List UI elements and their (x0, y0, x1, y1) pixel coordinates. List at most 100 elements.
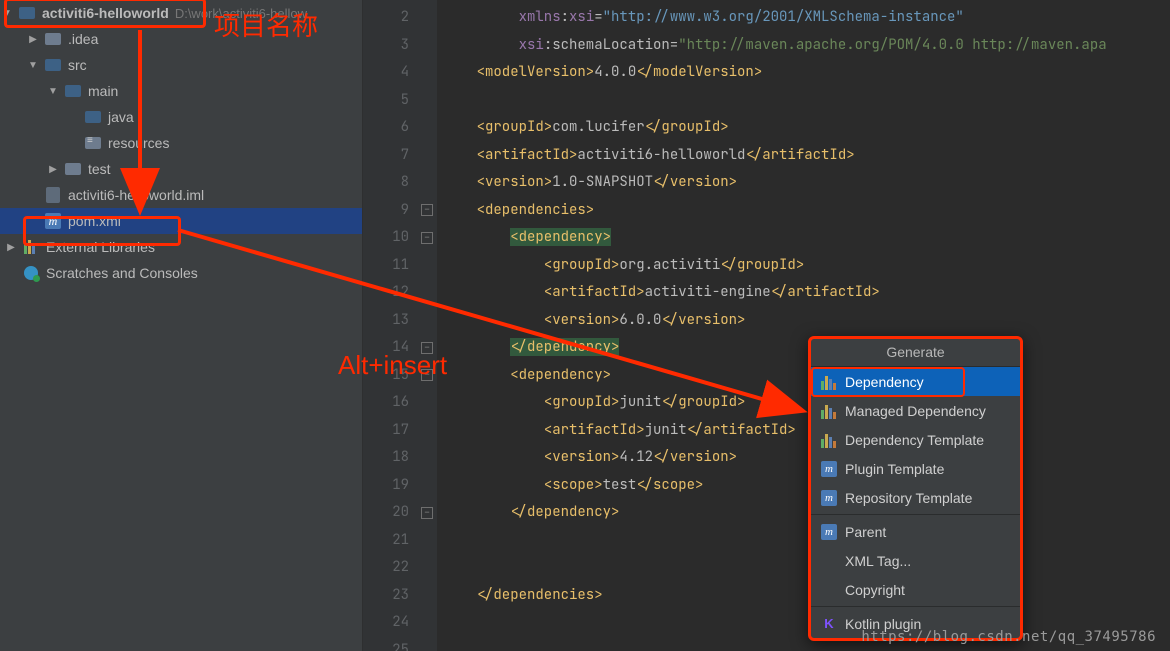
fold-marker[interactable]: − (417, 197, 437, 225)
popup-item-copyright[interactable]: Copyright (811, 575, 1020, 604)
popup-item-managed-dependency[interactable]: Managed Dependency (811, 396, 1020, 425)
scratches-consoles[interactable]: Scratches and Consoles (0, 260, 362, 286)
maven-icon: m (821, 524, 837, 540)
popup-item-label: Plugin Template (845, 461, 944, 477)
tree-label: activiti6-helloworld.iml (66, 187, 204, 203)
code-line[interactable]: <dependencies> (443, 197, 1170, 225)
code-line[interactable] (443, 87, 1170, 115)
code-line[interactable]: <version>4.12</version> (443, 444, 1170, 472)
separator (811, 514, 1020, 515)
popup-item-repository-template[interactable]: m Repository Template (811, 483, 1020, 512)
popup-item-dependency-template[interactable]: Dependency Template (811, 425, 1020, 454)
fold-marker (417, 307, 437, 335)
folder-icon (44, 56, 62, 74)
maven-file-icon: m (44, 212, 62, 230)
tree-path: D:\work\activiti6-hellow (169, 6, 307, 21)
code-line[interactable]: </dependencies> (443, 582, 1170, 610)
tree-label: Scratches and Consoles (44, 265, 198, 281)
code-line[interactable]: </dependency> (443, 499, 1170, 527)
tree-root[interactable]: activiti6-helloworld D:\work\activiti6-h… (0, 0, 362, 26)
tree-item-resources[interactable]: resources (0, 130, 362, 156)
tree-item-java[interactable]: java (0, 104, 362, 130)
popup-item-dependency[interactable]: Dependency (811, 367, 1020, 396)
fold-marker[interactable]: − (417, 224, 437, 252)
tree-item-main[interactable]: main (0, 78, 362, 104)
code-line[interactable]: <artifactId>junit</artifactId> (443, 417, 1170, 445)
line-number: 20 (363, 499, 409, 527)
tree-item-pom-xml[interactable]: m pom.xml (0, 208, 362, 234)
line-number: 23 (363, 582, 409, 610)
fold-marker (417, 444, 437, 472)
code-area[interactable]: xmlns:xsi="http://www.w3.org/2001/XMLSch… (437, 0, 1170, 651)
code-line[interactable]: xmlns:xsi="http://www.w3.org/2001/XMLSch… (443, 4, 1170, 32)
tree-item-test[interactable]: test (0, 156, 362, 182)
tree-item--idea[interactable]: .idea (0, 26, 362, 52)
folder-icon (84, 108, 102, 126)
fold-column[interactable]: −−−−− (417, 0, 437, 651)
code-line[interactable]: <groupId>org.activiti</groupId> (443, 252, 1170, 280)
line-number: 4 (363, 59, 409, 87)
fold-marker[interactable]: − (417, 499, 437, 527)
line-number: 11 (363, 252, 409, 280)
code-line[interactable]: <version>1.0-SNAPSHOT</version> (443, 169, 1170, 197)
chevron-right-icon[interactable] (4, 242, 18, 253)
line-number: 17 (363, 417, 409, 445)
code-line[interactable]: <dependency> (443, 362, 1170, 390)
generate-popup[interactable]: Generate Dependency Managed Dependency D… (808, 336, 1023, 641)
line-number: 13 (363, 307, 409, 335)
popup-item-label: Repository Template (845, 490, 972, 506)
line-number-gutter: 2345678910111213141516171819202122232425 (363, 0, 417, 651)
line-number: 12 (363, 279, 409, 307)
code-editor[interactable]: 2345678910111213141516171819202122232425… (363, 0, 1170, 651)
fold-marker (417, 417, 437, 445)
line-number: 25 (363, 637, 409, 651)
external-libraries[interactable]: External Libraries (0, 234, 362, 260)
fold-marker (417, 279, 437, 307)
code-line[interactable]: <groupId>junit</groupId> (443, 389, 1170, 417)
tree-label: test (86, 161, 111, 177)
popup-item-plugin-template[interactable]: m Plugin Template (811, 454, 1020, 483)
fold-marker[interactable]: − (417, 362, 437, 390)
line-number: 3 (363, 32, 409, 60)
iml-file-icon (44, 186, 62, 204)
line-number: 16 (363, 389, 409, 417)
maven-icon: m (821, 490, 837, 506)
chevron-icon[interactable] (46, 86, 60, 97)
tree-label: java (106, 109, 134, 125)
fold-marker (417, 472, 437, 500)
line-number: 7 (363, 142, 409, 170)
tree-label: pom.xml (66, 213, 121, 229)
fold-marker (417, 59, 437, 87)
fold-marker (417, 609, 437, 637)
tree-label: resources (106, 135, 169, 151)
popup-item-xml-tag-[interactable]: XML Tag... (811, 546, 1020, 575)
chevron-icon[interactable] (46, 164, 60, 175)
code-line[interactable] (443, 554, 1170, 582)
tree-item-src[interactable]: src (0, 52, 362, 78)
code-line[interactable]: <groupId>com.lucifer</groupId> (443, 114, 1170, 142)
chevron-icon[interactable] (26, 60, 40, 71)
line-number: 15 (363, 362, 409, 390)
chevron-down-icon[interactable] (0, 8, 14, 19)
code-line[interactable]: xsi:schemaLocation="http://maven.apache.… (443, 32, 1170, 60)
fold-marker (417, 582, 437, 610)
code-line[interactable]: <scope>test</scope> (443, 472, 1170, 500)
fold-marker[interactable]: − (417, 334, 437, 362)
code-line[interactable]: <artifactId>activiti6-helloworld</artifa… (443, 142, 1170, 170)
code-line[interactable]: <artifactId>activiti-engine</artifactId> (443, 279, 1170, 307)
scratches-icon (22, 264, 40, 282)
code-line[interactable] (443, 527, 1170, 555)
code-line[interactable]: <version>6.0.0</version> (443, 307, 1170, 335)
code-line[interactable]: <modelVersion>4.0.0</modelVersion> (443, 59, 1170, 87)
popup-item-label: Copyright (845, 582, 905, 598)
tree-item-activiti6-helloworld-iml[interactable]: activiti6-helloworld.iml (0, 182, 362, 208)
dependency-icon (821, 374, 837, 390)
fold-marker (417, 554, 437, 582)
chevron-icon[interactable] (26, 34, 40, 45)
code-line[interactable]: </dependency> (443, 334, 1170, 362)
code-line[interactable]: <dependency> (443, 224, 1170, 252)
tree-label: activiti6-helloworld (40, 5, 169, 21)
project-tree[interactable]: activiti6-helloworld D:\work\activiti6-h… (0, 0, 363, 651)
popup-item-parent[interactable]: m Parent (811, 517, 1020, 546)
line-number: 8 (363, 169, 409, 197)
